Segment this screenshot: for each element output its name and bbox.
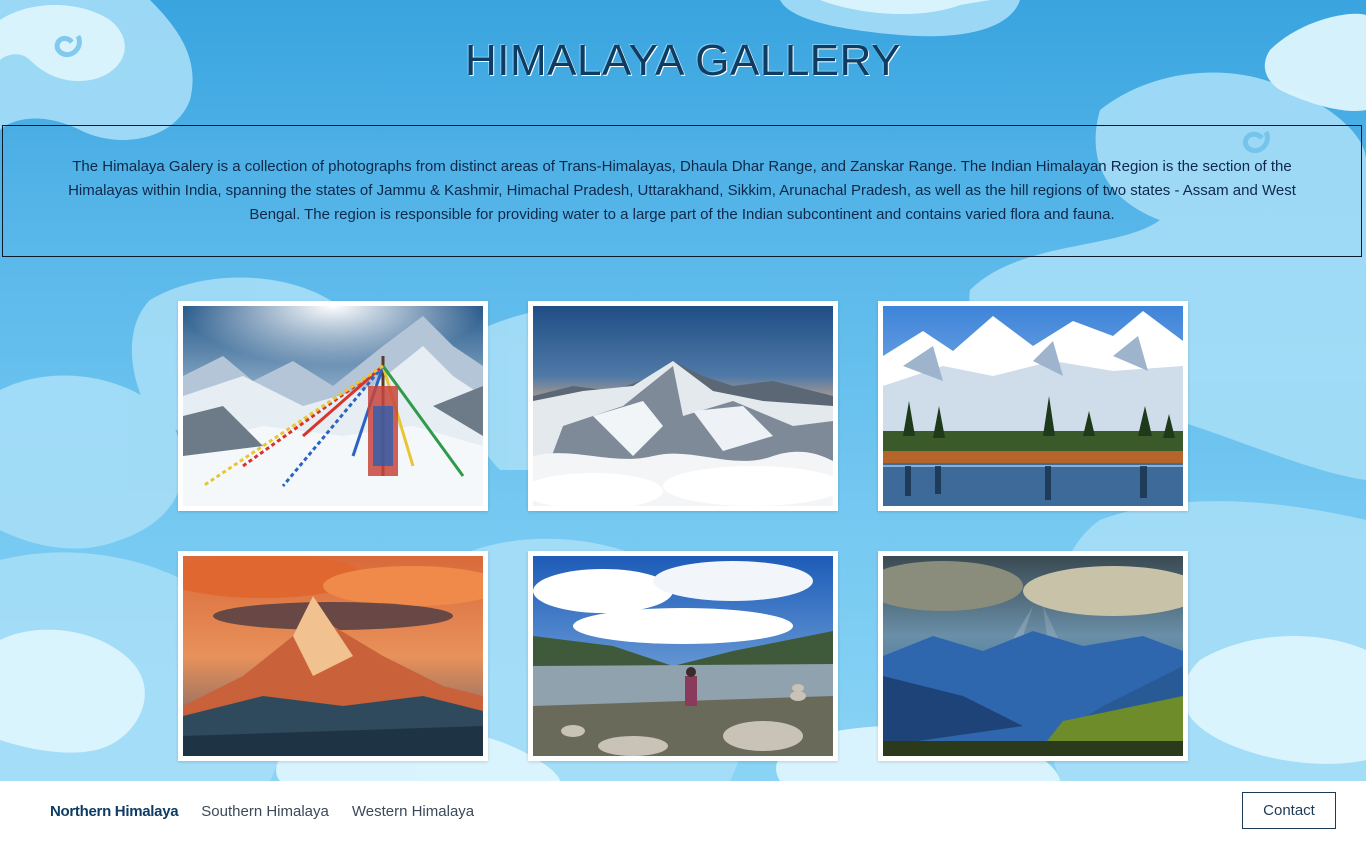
valley-rays-photo xyxy=(883,556,1183,756)
contact-button[interactable]: Contact xyxy=(1242,792,1336,829)
range-lake-photo xyxy=(883,306,1183,506)
page-title: HIMALAYA GALLERY xyxy=(465,36,901,85)
gallery-description: The Himalaya Galery is a collection of p… xyxy=(68,158,1296,223)
sunset-peak-photo xyxy=(183,556,483,756)
photo-gallery xyxy=(178,301,1188,761)
prayer-flags-photo xyxy=(183,306,483,506)
gallery-photo[interactable] xyxy=(528,301,838,511)
gallery-photo[interactable] xyxy=(878,551,1188,761)
region-nav: Northern Himalaya Southern Himalaya West… xyxy=(50,803,497,820)
gallery-photo[interactable] xyxy=(178,301,488,511)
lake-cairns-photo xyxy=(533,556,833,756)
gallery-photo[interactable] xyxy=(178,551,488,761)
gallery-photo[interactable] xyxy=(528,551,838,761)
aerial-peak-photo xyxy=(533,306,833,506)
nav-southern-himalaya[interactable]: Southern Himalaya xyxy=(201,803,329,820)
nav-northern-himalaya[interactable]: Northern Himalaya xyxy=(50,803,179,820)
nav-western-himalaya[interactable]: Western Himalaya xyxy=(352,803,474,820)
gallery-photo[interactable] xyxy=(878,301,1188,511)
gallery-description-box: The Himalaya Galery is a collection of p… xyxy=(2,125,1362,257)
footer-nav-bar: Northern Himalaya Southern Himalaya West… xyxy=(0,781,1366,841)
